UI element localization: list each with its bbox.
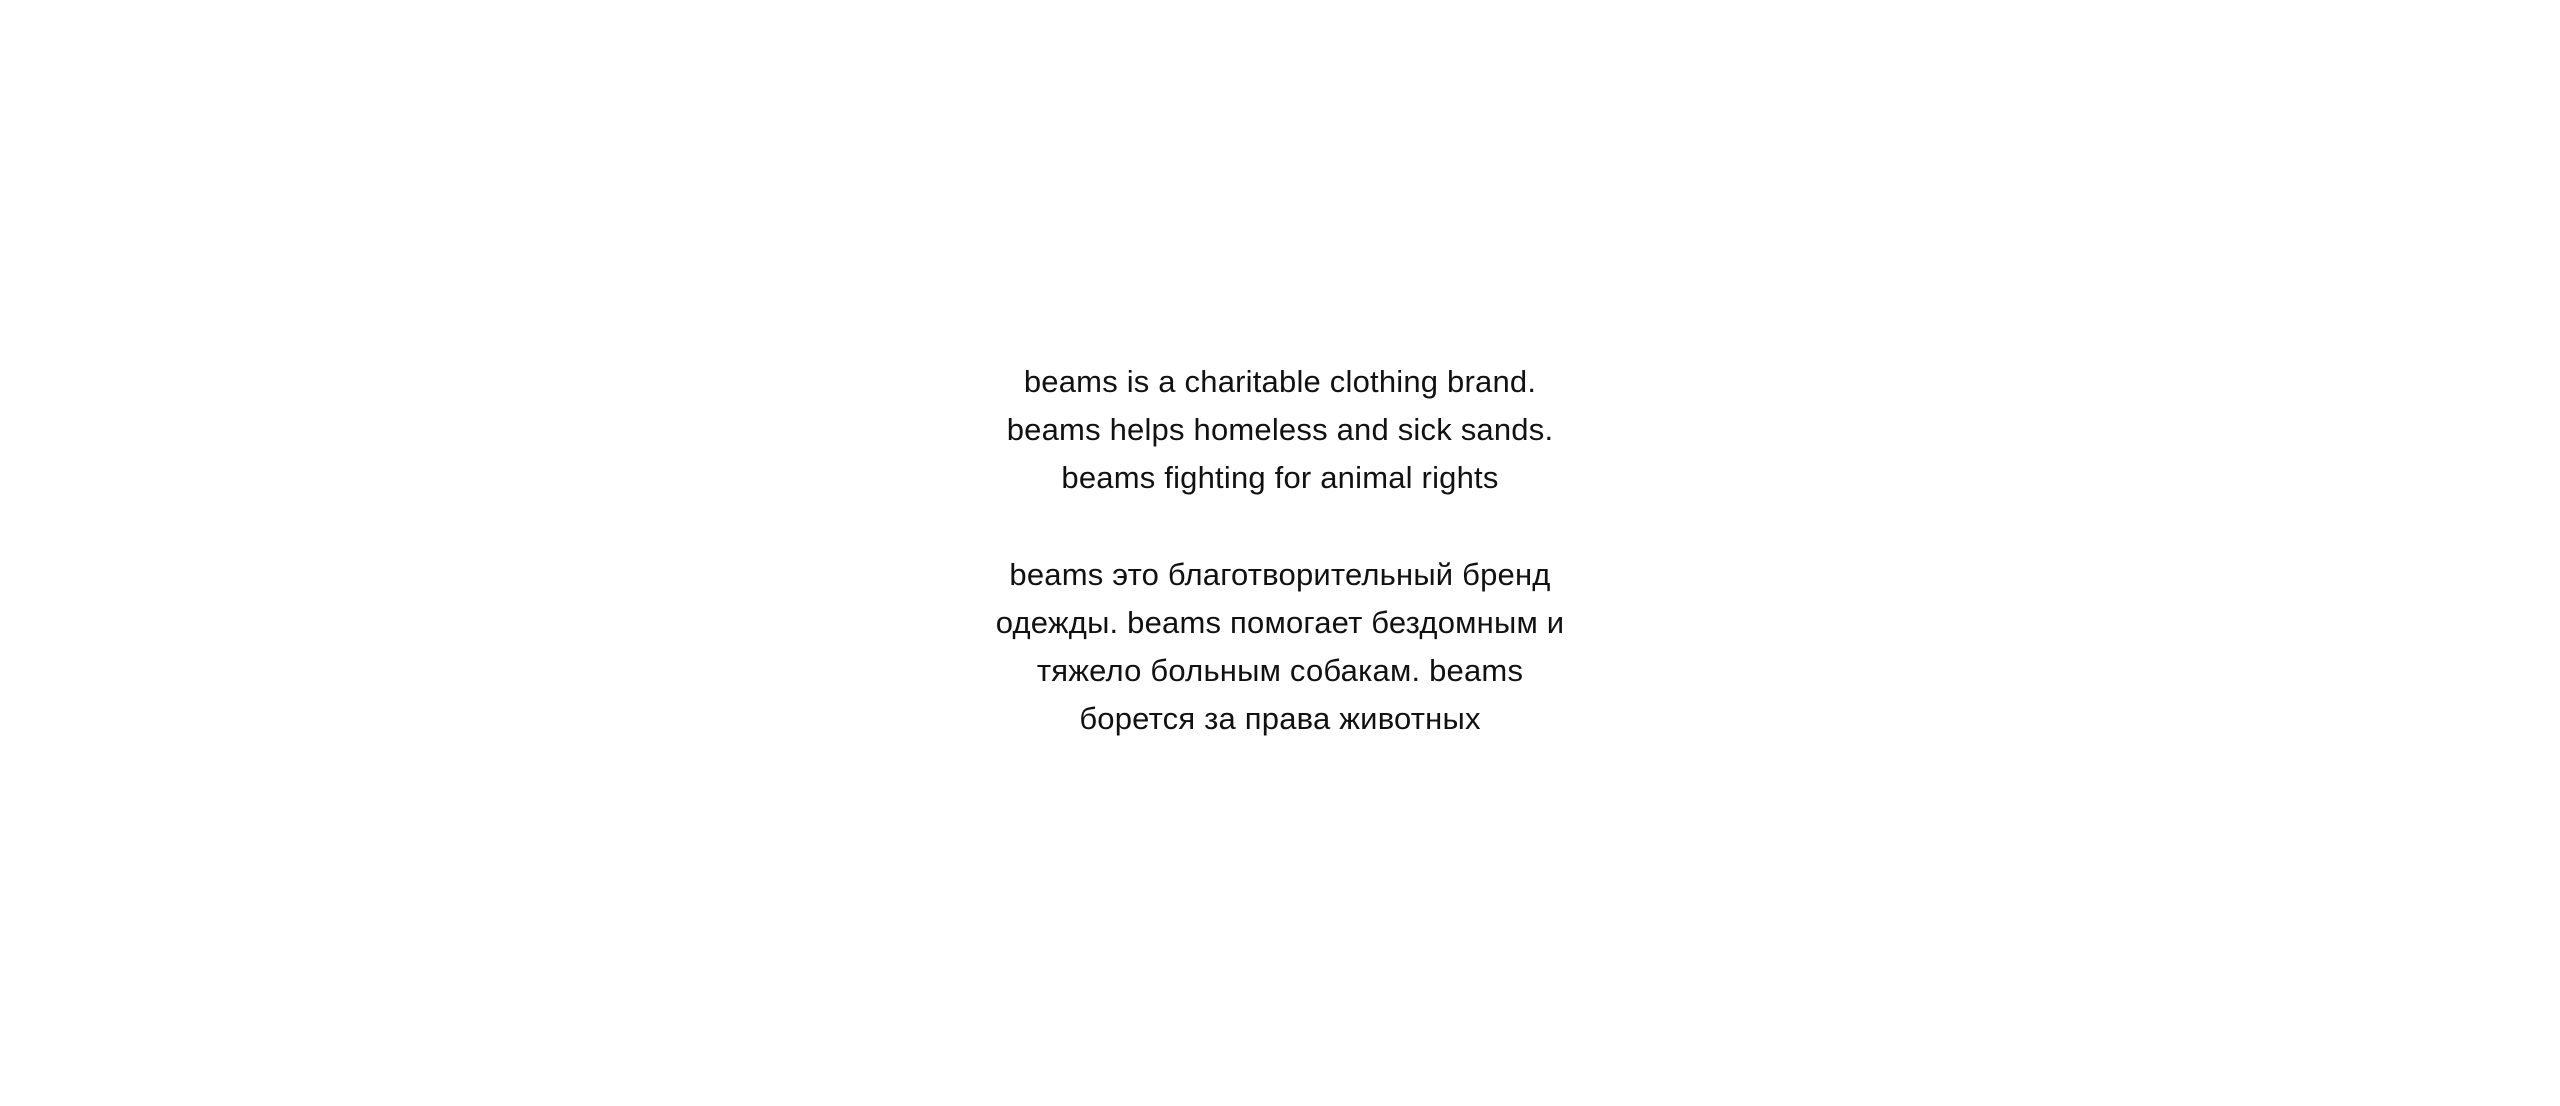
about-ru-line-2: одежды. beams помогает бездомным и xyxy=(995,605,1565,640)
about-en-line-3: beams fighting for animal rights xyxy=(1061,460,1499,495)
about-ru-line-4: борется за права животных xyxy=(1079,701,1481,736)
about-russian: beams это благотворительный бренд одежды… xyxy=(880,551,1680,743)
about-english: beams is a charitable clothing brand. be… xyxy=(880,358,1680,502)
page: beams is a charitable clothing brand. be… xyxy=(0,0,2560,1106)
about-text-block: beams is a charitable clothing brand. be… xyxy=(880,358,1680,743)
about-ru-line-3: тяжело больным собакам. beams xyxy=(1036,653,1524,688)
about-en-line-2: beams helps homeless and sick sands. xyxy=(1006,412,1554,447)
about-en-line-1: beams is a charitable clothing brand. xyxy=(1023,364,1537,399)
about-ru-line-1: beams это благотворительный бренд xyxy=(1009,557,1551,592)
